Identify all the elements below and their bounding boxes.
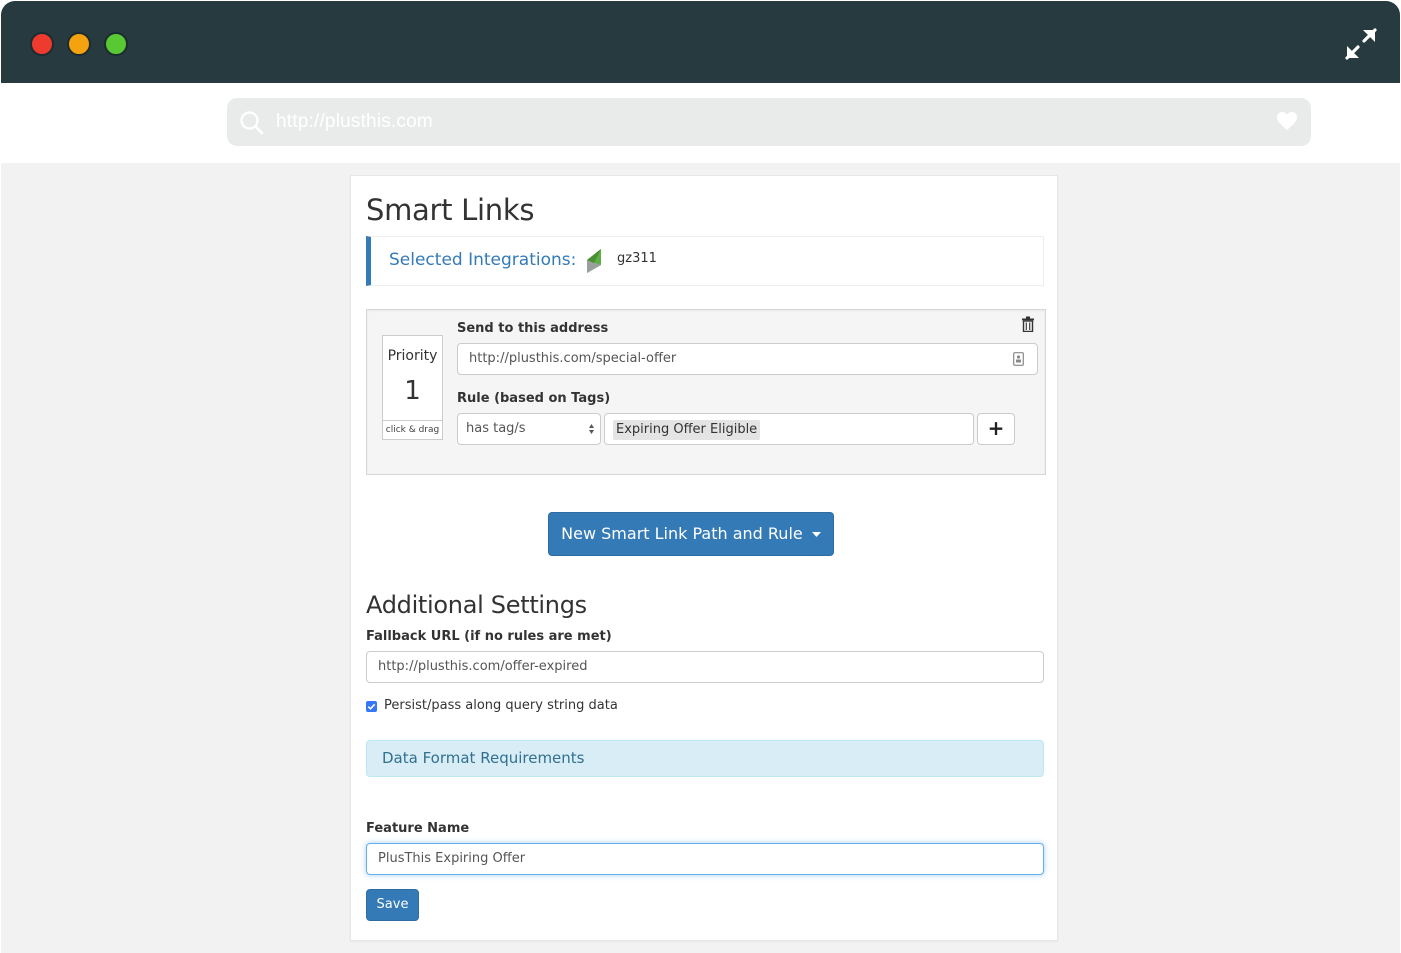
search-icon — [240, 111, 264, 135]
selected-integrations-bar: Selected Integrations: gz311 — [366, 236, 1044, 286]
persist-query-label[interactable]: Persist/pass along query string data — [384, 698, 618, 713]
priority-label: Priority — [387, 348, 438, 364]
select-arrows-icon — [589, 424, 594, 434]
feature-name-input[interactable]: PlusThis Expiring Offer — [366, 843, 1044, 875]
close-window-button[interactable] — [30, 32, 54, 56]
data-format-requirements[interactable]: Data Format Requirements — [366, 740, 1044, 777]
minimize-window-button[interactable] — [67, 32, 91, 56]
check-icon — [367, 703, 376, 710]
maximize-window-button[interactable] — [104, 32, 128, 56]
browser-titlebar — [1, 1, 1400, 83]
smart-links-panel: Smart Links Selected Integrations: gz311… — [350, 175, 1058, 941]
send-address-value: http://plusthis.com/special-offer — [469, 351, 677, 366]
priority-handle[interactable]: Priority 1 click & drag — [382, 335, 443, 440]
persist-query-checkbox[interactable] — [366, 701, 377, 712]
condition-select[interactable]: has tag/s — [457, 413, 601, 445]
heart-icon[interactable] — [1276, 111, 1298, 131]
priority-value: 1 — [404, 376, 421, 406]
fallback-url-input[interactable]: http://plusthis.com/offer-expired — [366, 651, 1044, 683]
contact-card-icon — [1013, 352, 1024, 366]
feature-name-value: PlusThis Expiring Offer — [378, 851, 526, 866]
smart-link-rule: Priority 1 click & drag Send to this add… — [366, 309, 1046, 475]
drag-hint: click & drag — [383, 420, 442, 439]
save-button[interactable]: Save — [366, 889, 419, 921]
rule-label: Rule (based on Tags) — [457, 391, 611, 406]
data-format-label: Data Format Requirements — [382, 749, 585, 767]
page-viewport: Smart Links Selected Integrations: gz311… — [1, 163, 1400, 953]
fallback-url-value: http://plusthis.com/offer-expired — [378, 659, 588, 674]
page-title: Smart Links — [366, 193, 535, 227]
send-address-input[interactable]: http://plusthis.com/special-offer — [457, 343, 1038, 375]
address-url[interactable]: http://plusthis.com — [276, 111, 433, 133]
new-smart-link-label: New Smart Link Path and Rule — [561, 524, 803, 543]
feature-name-label: Feature Name — [366, 821, 470, 836]
new-smart-link-button[interactable]: New Smart Link Path and Rule — [548, 512, 834, 556]
selected-integrations-label: Selected Integrations: — [389, 250, 577, 270]
add-rule-button[interactable]: + — [977, 413, 1015, 445]
expand-icon[interactable] — [1344, 27, 1378, 61]
caret-down-icon — [811, 531, 821, 537]
condition-value: has tag/s — [466, 421, 526, 436]
integration-app-name: gz311 — [617, 251, 657, 266]
address-bar-area: http://plusthis.com — [1, 83, 1400, 163]
tag-select-input[interactable]: Expiring Offer Eligible — [604, 413, 974, 445]
trash-icon[interactable] — [1021, 316, 1035, 332]
additional-settings-title: Additional Settings — [366, 591, 587, 619]
fallback-url-label: Fallback URL (if no rules are met) — [366, 629, 612, 644]
infusionsoft-leaf-icon — [587, 249, 601, 273]
tag-chip[interactable]: Expiring Offer Eligible — [613, 420, 761, 440]
address-bar[interactable]: http://plusthis.com — [227, 98, 1311, 146]
send-address-label: Send to this address — [457, 321, 609, 336]
